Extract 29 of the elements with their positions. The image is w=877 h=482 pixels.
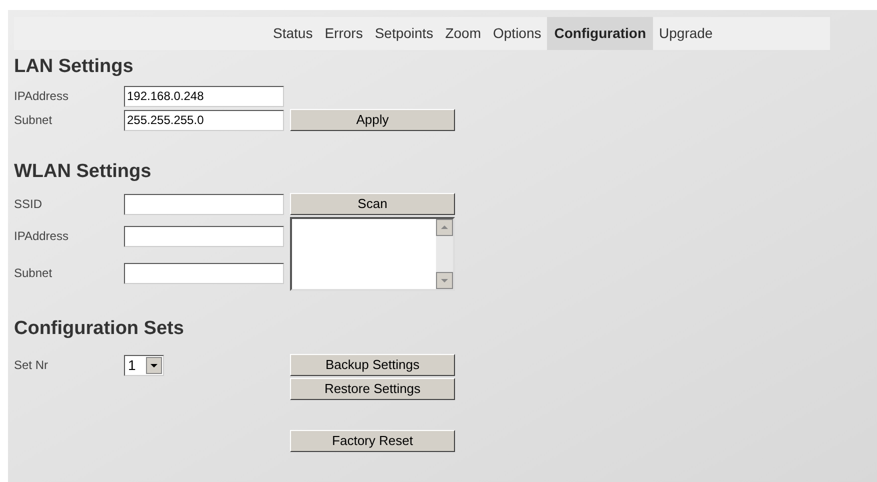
input-field[interactable] [124, 226, 284, 246]
field-label: Subnet [14, 265, 54, 282]
section-heading: WLAN Settings [14, 160, 152, 184]
input-field[interactable] [124, 194, 284, 214]
factory-reset-button[interactable]: Factory Reset [290, 430, 455, 452]
nav-tab[interactable]: Errors [318, 17, 369, 50]
nav-tab[interactable]: Configuration [547, 17, 654, 50]
section-heading: LAN Settings [14, 55, 134, 79]
input-field[interactable]: 255.255.255.0 [124, 110, 284, 130]
backup-button[interactable]: Backup Settings [290, 354, 455, 376]
section-heading: Configuration Sets [14, 317, 185, 341]
scan-button[interactable]: Scan [290, 193, 455, 215]
field-label: Subnet [14, 112, 54, 129]
nav-tab[interactable]: Setpoints [368, 17, 440, 50]
field-label: SSID [14, 196, 44, 213]
field-label: Set Nr [14, 357, 50, 374]
nav-tab[interactable]: Status [267, 17, 319, 50]
restore-button[interactable]: Restore Settings [290, 378, 455, 400]
network-listbox[interactable] [290, 217, 455, 291]
input-field[interactable]: 192.168.0.248 [124, 86, 284, 106]
nav-tab[interactable]: Upgrade [653, 17, 719, 50]
field-label: IPAddress [14, 88, 70, 105]
field-label: IPAddress [14, 228, 70, 245]
set-number-select[interactable]: 1 [124, 354, 164, 376]
nav-tab[interactable]: Options [487, 17, 548, 50]
input-field[interactable] [124, 262, 284, 284]
nav-tab[interactable]: Zoom [439, 17, 487, 50]
select-value: 1 [128, 358, 136, 372]
apply-button[interactable]: Apply [290, 109, 455, 131]
